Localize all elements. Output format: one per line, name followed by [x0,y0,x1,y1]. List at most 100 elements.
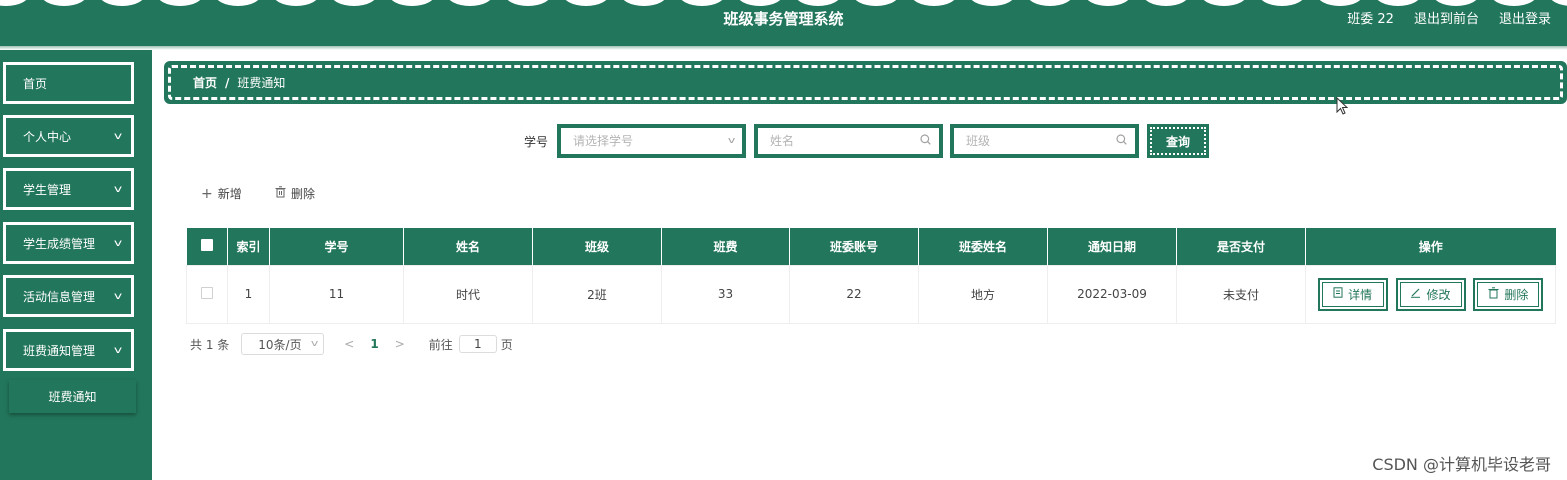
page-size-value: 10条/页 [258,337,302,352]
column-header-monitor-name: 班委姓名 [918,228,1048,265]
class-field[interactable] [950,124,1139,158]
sidebar-item-label: 首页 [23,76,48,91]
page-number-current[interactable]: 1 [370,337,378,351]
sidebar-item-label: 学生成绩管理 [23,236,96,251]
trash-icon [275,186,286,201]
sidebar-item-label: 个人中心 [23,129,72,144]
total-count: 共 1 条 [190,337,230,352]
chevron-down-icon: v [727,136,736,146]
column-header-operations: 操作 [1305,228,1556,265]
sidebar-item-label: 活动信息管理 [23,289,96,304]
add-button-label: 新增 [217,187,242,201]
search-icon [920,134,931,148]
top-header: 班级事务管理系统 班委 22 退出到前台 退出登录 [0,0,1567,46]
column-header-paid: 是否支付 [1176,228,1306,265]
add-button[interactable]: + 新增 [201,185,242,202]
name-input[interactable] [770,134,920,148]
document-icon [1333,287,1343,301]
column-header-class: 班级 [532,228,662,265]
submenu-item-fee-notice[interactable]: 班费通知 [9,380,136,413]
cell-monitor-name: 地方 [918,264,1048,324]
prev-page-icon[interactable]: < [344,337,354,351]
select-all-header [186,228,228,265]
fee-notice-table: 索引 学号 姓名 班级 班费 班委账号 班委姓名 通知日期 是否支付 操作 1 … [186,228,1556,324]
goto-label: 前往 [428,337,453,352]
header-user-links: 班委 22 退出到前台 退出登录 [1347,8,1551,27]
detail-button-label: 详情 [1348,287,1373,302]
mouse-cursor-icon [1336,96,1349,119]
name-field-inner [757,127,940,155]
sidebar-item-label: 班费通知管理 [23,343,96,358]
breadcrumb: 首页 / 班费通知 [164,61,1567,104]
edit-button[interactable]: 修改 [1395,277,1466,311]
sidebar-item-personal-center[interactable]: 个人中心 v [3,115,134,157]
column-header-notice-date: 通知日期 [1047,228,1177,265]
cell-index: 1 [227,264,270,324]
back-to-front-link[interactable]: 退出到前台 [1414,8,1479,27]
cell-name: 时代 [403,264,533,324]
breadcrumb-separator: / [225,75,230,90]
select-all-checkbox[interactable] [200,238,213,251]
page-unit-label: 页 [500,337,513,352]
class-field-inner [953,127,1136,155]
class-input[interactable] [966,134,1116,148]
page-size-select[interactable]: 10条/页 v [241,333,325,355]
cell-notice-date: 2022-03-09 [1047,264,1177,324]
row-delete-button-label: 删除 [1504,287,1529,302]
sidebar-item-grade-management[interactable]: 学生成绩管理 v [3,222,134,264]
logout-link[interactable]: 退出登录 [1499,8,1551,27]
column-header-monitor-account: 班委账号 [789,228,919,265]
chevron-down-icon: v [113,131,123,142]
cell-fee: 33 [661,264,790,324]
chevron-down-icon: v [310,339,319,349]
sidebar-item-home[interactable]: 首页 [3,62,134,104]
student-id-select[interactable]: v [557,124,746,158]
query-button-label: 查询 [1150,127,1206,155]
chevron-down-icon: v [113,345,123,356]
next-page-icon[interactable]: > [395,337,405,351]
cell-class: 2班 [532,264,662,324]
sidebar-item-student-management[interactable]: 学生管理 v [3,168,134,210]
name-field[interactable] [754,124,943,158]
pagination: 共 1 条 10条/页 v < 1 > 前往 页 [190,333,513,355]
current-user: 班委 22 [1347,12,1394,27]
edit-button-label: 修改 [1426,287,1451,302]
plus-icon: + [201,185,213,202]
student-id-label: 学号 [524,135,549,149]
row-checkbox[interactable] [201,286,213,299]
sidebar: 首页 个人中心 v 学生管理 v 学生成绩管理 v 活动信息管理 v 班费通知管… [0,50,152,480]
sidebar-item-label: 学生管理 [23,182,72,197]
column-header-fee: 班费 [661,228,790,265]
edit-pencil-icon [1410,287,1421,301]
student-id-input[interactable] [573,134,729,148]
row-select-cell [186,264,228,324]
row-delete-button[interactable]: 删除 [1473,277,1544,311]
table-header-row: 索引 学号 姓名 班级 班费 班委账号 班委姓名 通知日期 是否支付 操作 [186,228,1556,265]
chevron-down-icon: v [113,184,123,195]
batch-delete-button[interactable]: 删除 [275,185,315,202]
header-shadow [0,46,1567,50]
sidebar-item-fee-notice-management[interactable]: 班费通知管理 v [3,329,134,371]
column-header-student-id: 学号 [269,228,404,265]
breadcrumb-current: 班费通知 [237,76,286,90]
column-header-name: 姓名 [403,228,533,265]
chevron-down-icon: v [113,291,123,302]
search-icon [1116,134,1127,148]
cell-monitor-account: 22 [789,264,919,324]
cell-paid: 未支付 [1176,264,1306,324]
query-button[interactable]: 查询 [1147,124,1209,158]
goto-page-input[interactable] [458,335,497,353]
cell-operations: 详情 修改 删除 [1305,264,1556,324]
detail-button[interactable]: 详情 [1317,277,1388,311]
chevron-down-icon: v [113,238,123,249]
watermark: CSDN @计算机毕设老哥 [1372,455,1551,474]
breadcrumb-home-link[interactable]: 首页 [193,74,217,91]
breadcrumb-inner: 首页 / 班费通知 [168,65,1563,100]
app-title: 班级事务管理系统 [723,10,844,28]
cell-student-id: 11 [269,264,404,324]
delete-button-label: 删除 [291,187,316,201]
sidebar-item-activity-management[interactable]: 活动信息管理 v [3,275,134,317]
student-id-select-inner: v [560,127,743,155]
table-row: 1 11 时代 2班 33 22 地方 2022-03-09 未支付 详情 修改… [186,264,1556,324]
trash-icon [1488,286,1499,302]
